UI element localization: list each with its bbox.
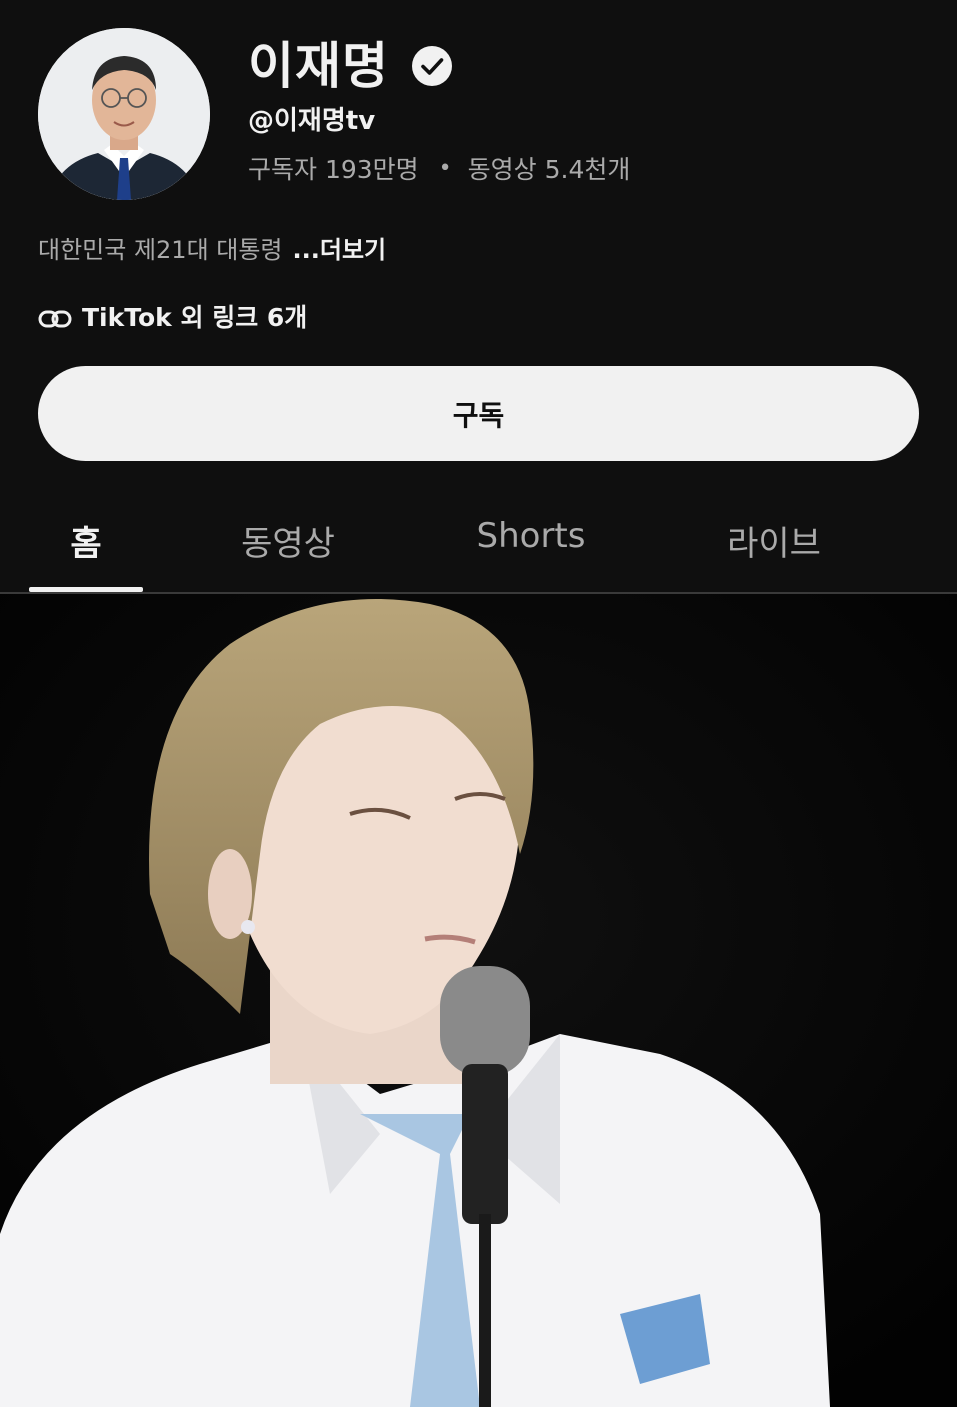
tab-videos[interactable]: 동영상: [218, 516, 358, 565]
tab-home[interactable]: 홈: [29, 516, 143, 565]
channel-name-text: 이재명: [248, 37, 389, 95]
channel-stats: 구독자 193만명 • 동영상 5.4천개: [248, 150, 630, 186]
channel-tabs: 홈 동영상 Shorts 라이브: [0, 500, 957, 593]
more-link[interactable]: ...더보기: [293, 236, 387, 264]
video-count: 동영상 5.4천개: [467, 155, 631, 184]
links-label: TikTok 외 링크 6개: [82, 303, 308, 332]
channel-handle: @이재명tv: [248, 106, 376, 136]
channel-header: 이재명 @이재명tv 구독자 193만명 • 동영상 5.4천개 대한민국 제2…: [0, 0, 957, 594]
verified-check-icon: [411, 41, 453, 86]
stats-separator: •: [438, 155, 452, 181]
featured-video-thumbnail[interactable]: [0, 594, 957, 1407]
link-icon: [38, 306, 72, 328]
subscribe-button[interactable]: 구독: [38, 366, 919, 461]
tab-live[interactable]: 라이브: [704, 516, 844, 565]
channel-title: 이재명: [248, 26, 453, 98]
description-text: 대한민국 제21대 대통령: [38, 236, 283, 264]
subscriber-count: 구독자 193만명: [248, 155, 419, 184]
channel-links[interactable]: TikTok 외 링크 6개: [38, 298, 307, 334]
channel-avatar[interactable]: [38, 28, 210, 200]
channel-description[interactable]: 대한민국 제21대 대통령 ...더보기: [38, 230, 386, 265]
tab-shorts[interactable]: Shorts: [456, 516, 606, 556]
